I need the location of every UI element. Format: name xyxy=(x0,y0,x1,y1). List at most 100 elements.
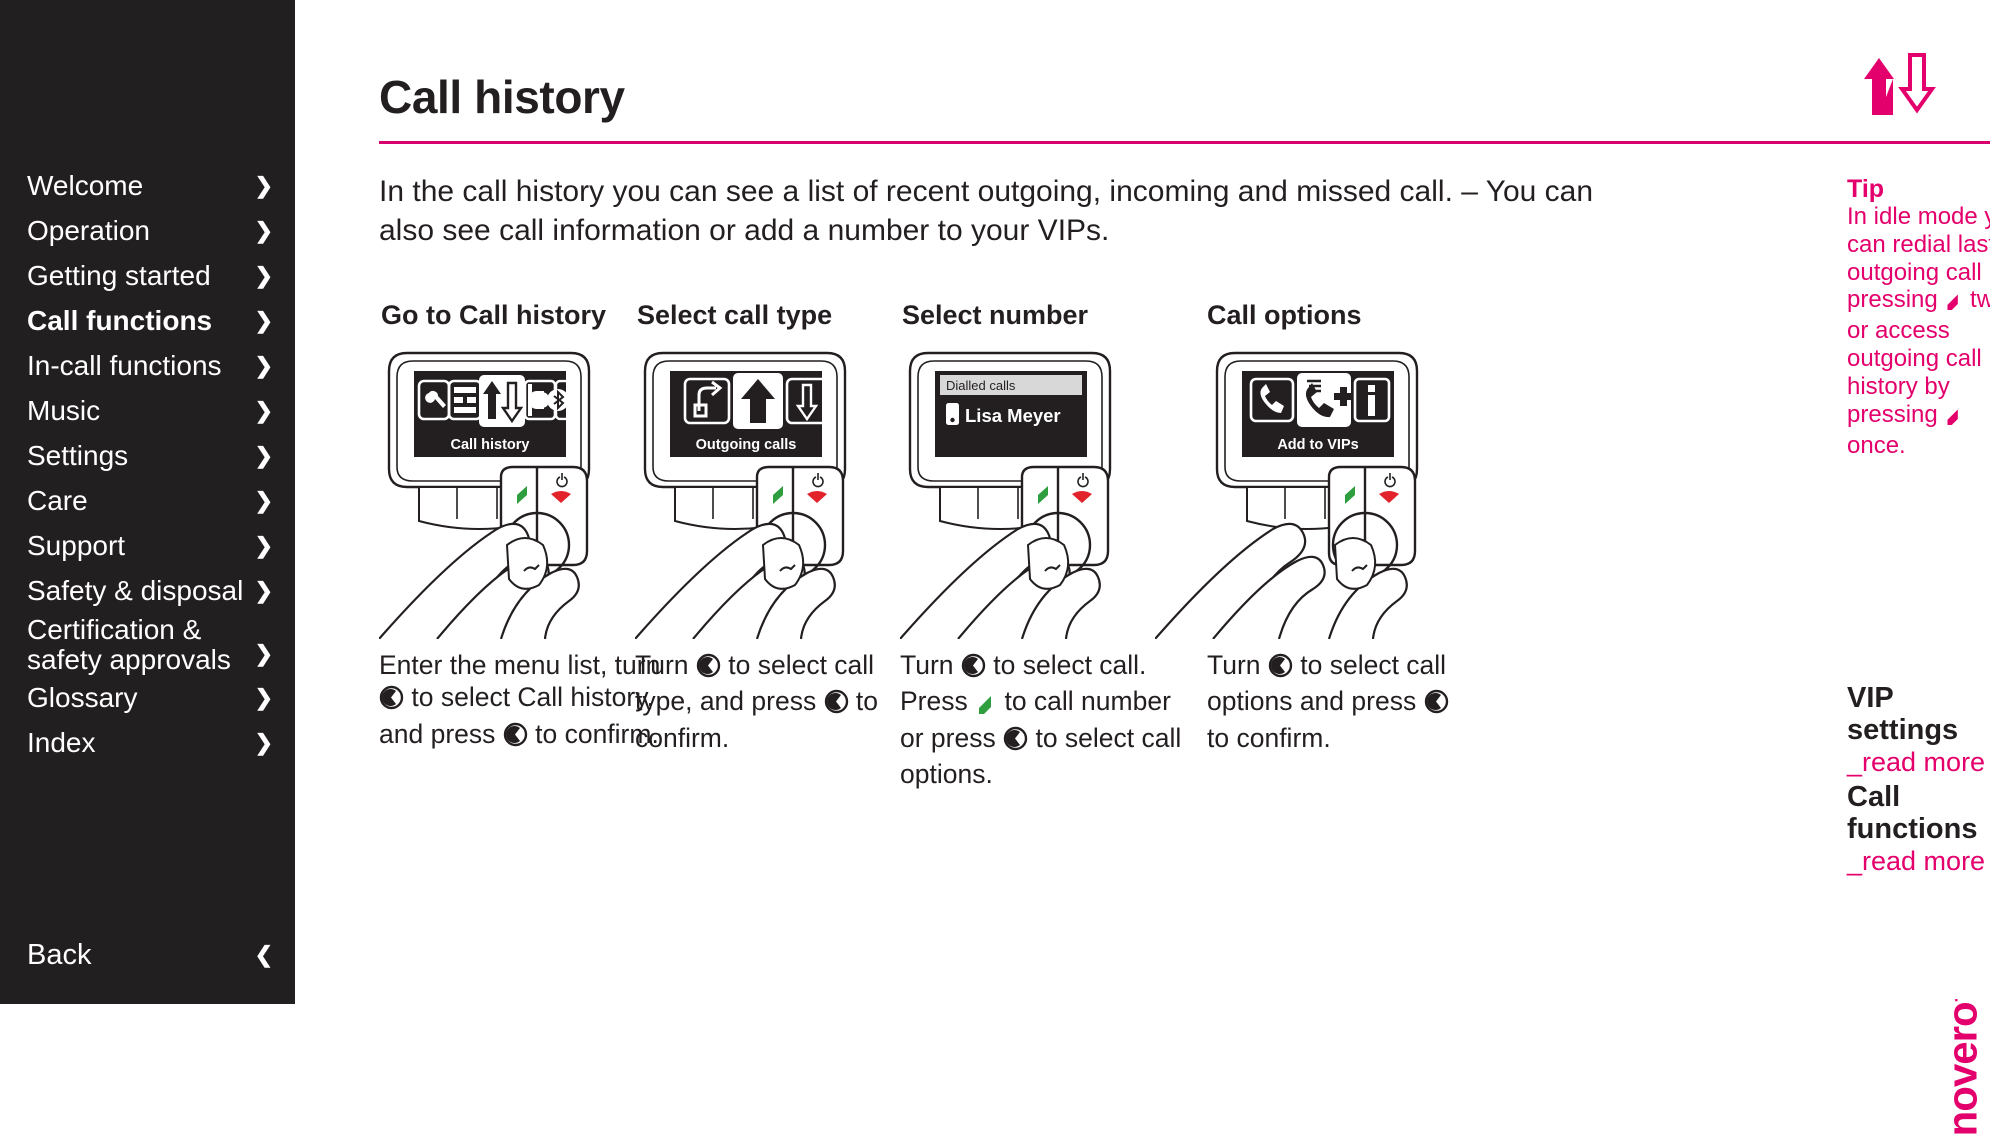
step-caption: Turn to select call options and press to… xyxy=(1207,649,1455,754)
brand-mark: · xyxy=(1948,998,1965,1003)
scroll-wheel-icon xyxy=(696,653,721,684)
sidebar: Welcome ❯ Operation ❯ Getting started ❯ … xyxy=(0,0,295,1004)
device-screen-label: Outgoing calls xyxy=(696,437,797,453)
read-more-link[interactable]: _read more xyxy=(1847,747,1990,778)
sidebar-item-care[interactable]: Care ❯ xyxy=(0,478,295,523)
intro-paragraph: In the call history you can see a list o… xyxy=(379,175,1594,247)
device-illustration: Outgoing calls xyxy=(635,351,847,639)
brand-name: novero xyxy=(1938,1002,1985,1136)
chevron-right-icon: ❯ xyxy=(254,172,273,198)
sidebar-item-call-functions[interactable]: Call functions ❯ xyxy=(0,298,295,343)
scroll-wheel-icon xyxy=(1424,690,1449,720)
sidebar-item-operation[interactable]: Operation ❯ xyxy=(0,208,295,253)
step-illustration: Add to VIPs xyxy=(1155,349,1455,639)
chevron-right-icon: ❯ xyxy=(254,487,273,513)
caption-part: Turn xyxy=(635,650,696,680)
scroll-wheel-icon xyxy=(503,722,528,753)
chevron-right-icon: ❯ xyxy=(254,442,273,468)
step-caption: Turn to select call type, and press to c… xyxy=(635,649,935,754)
green-call-key-icon xyxy=(1944,404,1963,432)
step-select-call-type: Select call type Outgoing calls Turn to … xyxy=(635,300,935,754)
step-title: Call options xyxy=(1207,300,1362,330)
brand-logo: novero· xyxy=(1938,998,1986,1136)
step-title: Select call type xyxy=(637,300,833,330)
sidebar-item-label: Music xyxy=(27,395,101,426)
chevron-right-icon: ❯ xyxy=(254,532,273,558)
sidebar-item-welcome[interactable]: Welcome ❯ xyxy=(0,163,295,208)
related-heading: Call functions xyxy=(1847,781,1978,845)
sidebar-item-index[interactable]: Index ❯ xyxy=(0,720,295,765)
sidebar-item-music[interactable]: Music ❯ xyxy=(0,388,295,433)
chevron-right-icon: ❯ xyxy=(254,352,273,378)
device-screen-label: Add to VIPs xyxy=(1277,437,1358,453)
related-heading: VIP settings xyxy=(1847,682,1959,746)
main-content: Call history In the call history you can… xyxy=(295,0,1990,1136)
caption-part: Enter the menu list, turn xyxy=(379,650,661,680)
chevron-left-icon: ❮ xyxy=(254,942,273,967)
scroll-wheel-icon xyxy=(961,653,986,684)
chevron-right-icon: ❯ xyxy=(254,641,273,666)
related-call-functions: Call functions _read more xyxy=(1847,781,1990,877)
green-call-key-icon xyxy=(975,690,997,720)
sidebar-item-glossary[interactable]: Glossary ❯ xyxy=(0,675,295,720)
step-caption: Enter the menu list, turn to select Call… xyxy=(379,649,679,754)
sidebar-item-label: Call functions xyxy=(27,305,213,336)
sidebar-item-label-line1: Certification & xyxy=(27,614,202,645)
chevron-right-icon: ❯ xyxy=(254,262,273,288)
related-vip-settings: VIP settings _read more xyxy=(1847,682,1990,778)
chevron-right-icon: ❯ xyxy=(254,577,273,603)
tip-body: In idle mode you can redial last outgoin… xyxy=(1847,203,1990,459)
chevron-right-icon: ❯ xyxy=(254,729,273,755)
caption-part: to confirm. xyxy=(1207,722,1331,753)
green-call-key-icon xyxy=(1944,289,1963,317)
sidebar-item-label: Certification & safety approvals xyxy=(27,615,231,675)
sidebar-item-label: Safety & disposal xyxy=(27,575,244,606)
scroll-wheel-icon xyxy=(379,686,404,716)
scroll-wheel-icon xyxy=(824,690,849,720)
device-screen-label: Call history xyxy=(451,437,530,453)
read-more-link[interactable]: _read more xyxy=(1847,846,1990,877)
back-label: Back xyxy=(27,939,92,971)
sidebar-item-label: Care xyxy=(27,485,88,516)
step-go-to-call-history: Go to Call history Call history Enter th… xyxy=(379,300,679,754)
sidebar-item-label: Support xyxy=(27,530,126,561)
scroll-wheel-icon xyxy=(1003,726,1028,757)
sidebar-item-certification-safety-approvals[interactable]: Certification & safety approvals ❯ xyxy=(0,613,295,675)
caption-part: Turn xyxy=(900,650,961,680)
info-icon xyxy=(1368,385,1375,416)
sidebar-item-getting-started[interactable]: Getting started ❯ xyxy=(0,253,295,298)
step-illustration: Outgoing calls xyxy=(635,349,935,639)
tip-heading: Tip xyxy=(1847,175,1885,203)
sidebar-item-in-call-functions[interactable]: In-call functions ❯ xyxy=(0,343,295,388)
sidebar-item-label: Settings xyxy=(27,440,129,471)
sidebar-item-label: Welcome xyxy=(27,170,144,201)
sidebar-item-label: Operation xyxy=(27,215,150,246)
sidebar-item-label: Index xyxy=(27,727,96,758)
sidebar-item-support[interactable]: Support ❯ xyxy=(0,523,295,568)
tip-text-part: once. xyxy=(1847,431,1906,459)
sidebar-item-settings[interactable]: Settings ❯ xyxy=(0,433,295,478)
up-down-arrows-icon[interactable] xyxy=(1859,53,1937,115)
page-title: Call history xyxy=(379,71,625,123)
chevron-right-icon: ❯ xyxy=(254,684,273,710)
device-illustration: Add to VIPs xyxy=(1155,351,1419,639)
chevron-right-icon: ❯ xyxy=(254,307,273,333)
chevron-right-icon: ❯ xyxy=(254,397,273,423)
device-illustration: Call history xyxy=(379,351,591,639)
scroll-wheel-icon xyxy=(1268,653,1293,684)
sidebar-nav: Welcome ❯ Operation ❯ Getting started ❯ … xyxy=(0,163,295,765)
sidebar-item-safety-disposal[interactable]: Safety & disposal ❯ xyxy=(0,568,295,613)
device-screen-label: Dialled calls xyxy=(946,378,1016,393)
title-rule xyxy=(379,141,1990,144)
chevron-right-icon: ❯ xyxy=(254,217,273,243)
caption-part: Turn xyxy=(1207,650,1268,680)
sidebar-item-label: In-call functions xyxy=(27,350,222,381)
step-call-options: Call options Add to VIPs Turn to select … xyxy=(1155,300,1455,754)
sidebar-item-label: Getting started xyxy=(27,260,211,291)
sidebar-item-label-line2: safety approvals xyxy=(27,644,231,675)
device-list-entry: Lisa Meyer xyxy=(965,405,1061,426)
tip-box: Tip In idle mode you can redial last out… xyxy=(1847,175,1990,459)
step-illustration: Call history xyxy=(379,349,679,639)
sidebar-item-label: Glossary xyxy=(27,682,138,713)
back-button[interactable]: Back ❮ xyxy=(0,931,295,979)
